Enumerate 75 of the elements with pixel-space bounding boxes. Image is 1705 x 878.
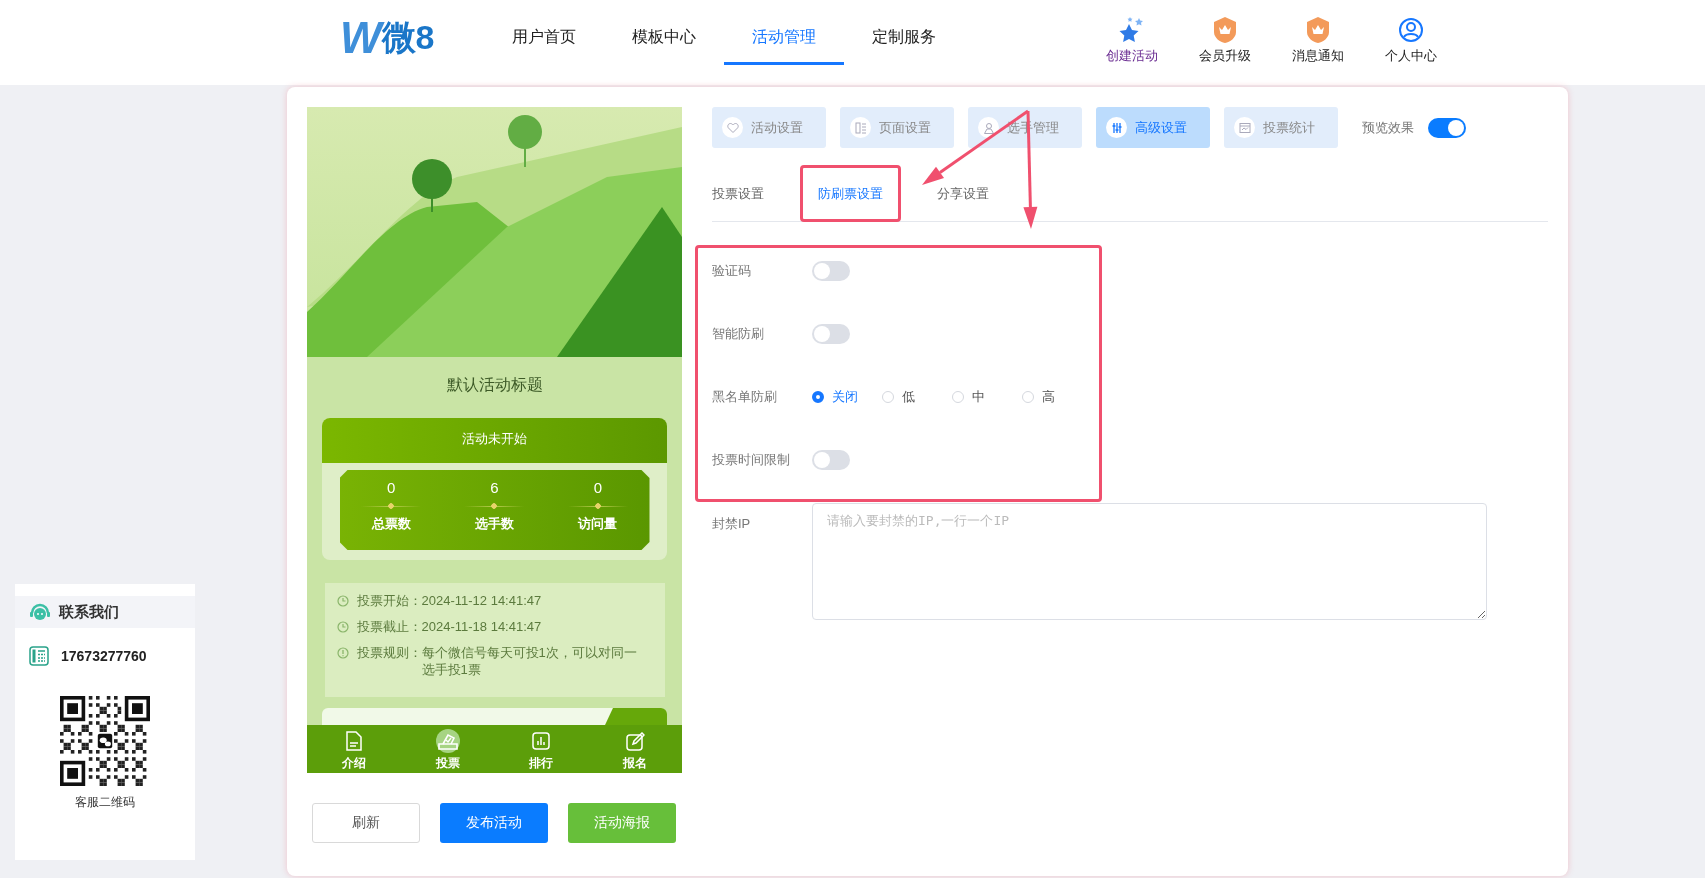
action-button[interactable]: 刷新 [312,803,420,843]
info-label: 投票开始： [356,592,422,609]
subtab[interactable]: 分享设置 [919,164,1007,222]
toggle-switch[interactable] [812,450,850,470]
clock-icon [336,621,349,633]
activity-title: 默认活动标题 [446,375,543,395]
field-label: 智能防刷 [712,325,765,343]
action-button[interactable]: 活动海报 [568,803,676,843]
contact-title: 联系我们 [59,602,119,622]
bottom-nav-item[interactable]: 报名 [588,725,682,773]
sliders-icon [1110,121,1123,134]
field-label: 验证码 [712,262,752,280]
info-label: 投票规则： [356,644,422,661]
window-icon [1238,121,1251,134]
status-banner: 活动未开始 [322,418,667,463]
stat-label: 选手数 [475,515,514,533]
header-action[interactable]: 消息通知 [1271,0,1364,65]
radio-label: 低 [902,388,915,406]
info-value: 2024-11-12 14:41:47 [421,592,543,609]
badge-icon [1211,16,1238,44]
info-value: 2024-11-18 14:41:47 [421,618,543,635]
action-button[interactable]: 发布活动 [440,803,548,843]
toggle-label: 预览效果 [1362,118,1414,137]
stat-value: 0 [387,478,396,498]
radio-label: 关闭 [832,388,858,406]
bar-chart-icon [532,732,551,750]
telephone-icon [29,646,49,666]
subtab[interactable]: 投票设置 [712,164,782,222]
person-icon [982,121,995,134]
settings-tab[interactable]: 高级设置 [1096,107,1210,148]
stat-label: 总票数 [371,515,411,533]
layout-icon [854,121,867,134]
header-action[interactable]: 创建活动 [1085,0,1178,65]
document-icon [344,731,363,751]
phone-number: 17673277760 [61,648,147,664]
info-icon [336,647,349,659]
radio-option[interactable]: 中 [952,388,1022,406]
bottom-nav-item[interactable]: 投票 [400,725,495,773]
stat-value: 0 [593,478,602,498]
field-label: 封禁IP [712,515,752,533]
radio-button[interactable] [812,391,824,403]
field-label: 投票时间限制 [712,451,791,469]
radio-label: 高 [1042,388,1055,406]
clock-icon [336,595,349,607]
info-value: 每个微信号每天可投1次，可以对同一选手投1票 [421,644,638,678]
nav-link[interactable]: 活动管理 [724,22,844,65]
stat-value: 6 [490,478,499,498]
headset-icon [29,602,51,622]
radio-option[interactable]: 高 [1022,388,1092,406]
header-action[interactable]: 个人中心 [1364,0,1457,65]
settings-tab[interactable]: 活动设置 [712,107,826,148]
qr-caption: 客服二维码 [74,794,136,811]
stat-label: 访问量 [578,515,618,533]
settings-tab[interactable]: 页面设置 [840,107,954,148]
info-label: 投票截止： [356,618,422,635]
nav-link[interactable]: 用户首页 [484,22,604,65]
preview-switch[interactable] [1428,117,1466,138]
radio-label: 中 [972,388,985,406]
bottom-nav-item[interactable]: 介绍 [307,725,401,773]
edit-icon [625,731,645,751]
bottom-nav-item[interactable]: 排行 [494,725,589,773]
subtab[interactable]: 防刷票设置 [800,164,901,222]
field-label: 黑名单防刷 [712,388,778,406]
nav-link[interactable]: 定制服务 [844,22,964,65]
user-icon [1397,16,1424,44]
heart-icon [726,121,739,134]
settings-tab[interactable]: 投票统计 [1224,107,1338,148]
header-action[interactable]: 会员升级 [1178,0,1271,65]
nav-link[interactable]: 模板中心 [604,22,724,65]
radio-option[interactable]: 关闭 [812,388,882,406]
radio-option[interactable]: 低 [882,388,952,406]
badge-icon [1304,16,1331,44]
toggle-switch[interactable] [812,261,850,281]
ballot-icon [436,731,459,751]
toggle-switch[interactable] [812,324,850,344]
